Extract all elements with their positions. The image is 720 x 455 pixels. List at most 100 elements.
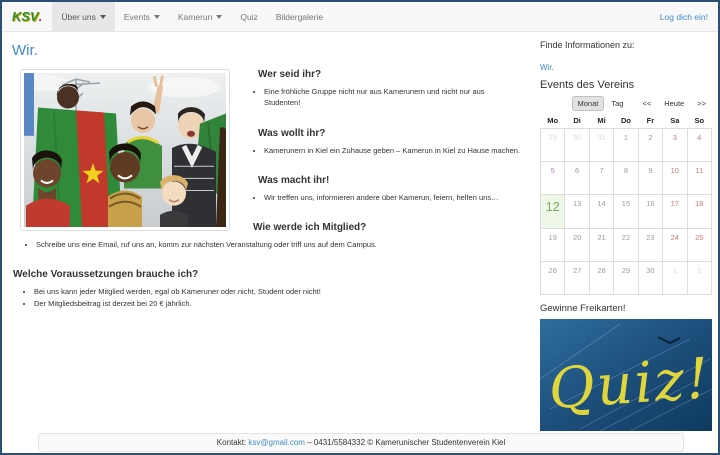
calendar-day-cell[interactable]: 30 [637, 261, 664, 295]
content-section-wer-seid-ihr: Wer seid ihr? Eine fröhliche Gruppe nicht… [258, 69, 520, 109]
brand-dot: . [38, 9, 43, 24]
calendar-day-cell[interactable]: 5 [539, 161, 566, 195]
nav-item-kamerun[interactable]: Kamerun [169, 2, 232, 31]
calendar-day-cell[interactable]: 12 [539, 194, 566, 229]
calendar-day-cell[interactable]: 29 [539, 128, 566, 162]
calendar-day-cell[interactable]: 4 [686, 128, 713, 162]
nav-item-ber-uns[interactable]: Über uns [52, 2, 115, 31]
section-bullets: Wir treffen uns, informieren andere über… [258, 192, 520, 203]
nav-item-label: Events [123, 11, 150, 22]
section-bullets: Schreibe uns eine Email, ruf uns an, kom… [10, 239, 540, 250]
events-title: Events des Vereins [540, 79, 635, 91]
nav-item-quiz[interactable]: Quiz [231, 2, 266, 31]
calendar-day-header-so: So [694, 116, 705, 125]
calendar-day-cell[interactable]: 11 [686, 161, 713, 195]
caret-down-icon [216, 14, 223, 19]
calendar-day-cell[interactable]: 23 [637, 228, 664, 262]
calendar-day-cell[interactable]: 28 [588, 261, 615, 295]
nav-item-label: Quiz [240, 11, 258, 22]
quiz-text: Quiz! [547, 346, 712, 422]
calendar-day-cell[interactable]: 18 [686, 194, 713, 229]
sidebar: Finde Informationen zu: Wir. Events des … [539, 32, 713, 431]
navbar: KSV. Über uns Events Kamerun Quiz Bildergale… [2, 2, 718, 32]
section-bullets: Kamerunern in Kiel ein Zuhause geben – K… [258, 145, 520, 156]
bullet-item: Schreibe uns eine Email, ruf uns an, kom… [36, 239, 540, 250]
content-row: Wir. Wer seid ihr? • Eine fröhliche Grup… [2, 32, 718, 431]
calendar-today-button[interactable]: Heute [658, 96, 690, 111]
calendar: Mo Di Mi Do Fr Sa So 29 30 31 1 2 3 4 5 6 7 8 9 10 11 12 13 14… [539, 116, 713, 295]
calendar-week-row: 26 27 28 29 30 1 2 [539, 261, 713, 295]
calendar-toolbar: Monat Tag << Heute >> [540, 96, 712, 111]
calendar-day-cell[interactable]: 19 [539, 228, 566, 262]
footer-email-link[interactable]: ksv@gmail.com [248, 438, 305, 447]
calendar-day-cell[interactable]: 1 [613, 128, 639, 162]
calendar-day-header-di: Di [573, 116, 581, 125]
calendar-day-cell[interactable]: 22 [613, 228, 639, 262]
calendar-day-cell[interactable]: 25 [686, 228, 713, 262]
page-title: Wir. [12, 42, 38, 59]
calendar-week-row: 19 20 21 22 23 24 25 [539, 228, 713, 262]
quiz-banner-image: Quiz! [540, 319, 712, 431]
calendar-day-cell[interactable]: 17 [662, 194, 688, 229]
caret-down-icon [99, 14, 106, 19]
calendar-day-cell[interactable]: 2 [686, 261, 713, 295]
nav-item-events[interactable]: Events [115, 2, 169, 31]
calendar-day-cell[interactable]: 1 [662, 261, 688, 295]
calendar-day-cell[interactable]: 31 [588, 128, 615, 162]
brand-text: KSV [12, 9, 39, 24]
footer: Kontakt: ksv@gmail.com – 0431/5584332 © … [38, 433, 684, 452]
calendar-next-button[interactable]: >> [691, 96, 712, 111]
calendar-day-cell[interactable]: 30 [564, 128, 590, 162]
calendar-day-cell[interactable]: 3 [662, 128, 688, 162]
nav-item-label: Über uns [61, 11, 96, 22]
calendar-day-cell[interactable]: 24 [662, 228, 688, 262]
content-section-was-wollt-ihr: Was wollt ihr? Kamerunern in Kiel ein Zuh… [258, 128, 520, 156]
calendar-day-cell[interactable]: 2 [637, 128, 664, 162]
content-section-was-macht-ihr: Was macht ihr! Wir treffen uns, informier… [258, 175, 520, 203]
nav-item-label: Kamerun [177, 11, 213, 22]
calendar-day-cell[interactable]: 10 [662, 161, 688, 195]
group-photo [20, 69, 230, 231]
calendar-day-cell[interactable]: 27 [564, 261, 590, 295]
calendar-day-cell[interactable]: 16 [637, 194, 664, 229]
group-photo-illustration [24, 73, 226, 227]
login-link[interactable]: Log dich ein! [650, 2, 718, 31]
calendar-day-cell[interactable]: 20 [564, 228, 590, 262]
calendar-prev-button[interactable]: << [636, 96, 657, 111]
find-info-title: Finde Informationen zu: [540, 40, 635, 50]
calendar-day-cell[interactable]: 29 [613, 261, 639, 295]
calendar-day-cell[interactable]: 26 [539, 261, 566, 295]
calendar-week-row: 5 6 7 8 9 10 11 [539, 161, 713, 195]
calendar-day-header-fr: Fr [646, 116, 655, 125]
bullet-item: Eine fröhliche Gruppe nicht nur aus Kame… [264, 86, 520, 109]
calendar-day-cell[interactable]: 21 [588, 228, 615, 262]
calendar-week-row: 29 30 31 1 2 3 4 [539, 128, 713, 162]
bullet-item: Wir treffen uns, informieren andere über… [264, 192, 520, 203]
calendar-day-cell[interactable]: 8 [613, 161, 639, 195]
nav-item-label: Bildergalerie [275, 11, 324, 22]
calendar-day-cell[interactable]: 14 [588, 194, 615, 229]
calendar-view-tag-button[interactable]: Tag [605, 96, 629, 111]
bullet-item: Bei uns kann jeder Mitglied werden, egal… [34, 286, 540, 297]
content-section-welche-voraussetzungen-brauche-ich: Welche Voraussetzungen brauche ich? Bei u… [10, 269, 540, 309]
calendar-day-cell[interactable]: 15 [613, 194, 639, 229]
quiz-title: Gewinne Freikarten! [540, 303, 626, 314]
footer-info-text: – 0431/5584332 © Kamerunischer Studenten… [307, 438, 506, 447]
brand-logo[interactable]: KSV. [2, 2, 52, 31]
calendar-day-header-sa: Sa [670, 116, 680, 125]
calendar-day-cell[interactable]: 7 [588, 161, 615, 195]
section-bullets: Eine fröhliche Gruppe nicht nur aus Kame… [258, 86, 520, 109]
find-info-link-wir[interactable]: Wir. [540, 63, 554, 72]
calendar-grid: 29 30 31 1 2 3 4 5 6 7 8 9 10 11 12 13 14 15 16 17 18 19 20 21 2… [539, 128, 713, 295]
calendar-day-cell[interactable]: 9 [637, 161, 664, 195]
calendar-day-header-mi: Mi [597, 116, 606, 125]
section-heading: Was macht ihr! [258, 174, 330, 186]
nav-item-bildergalerie[interactable]: Bildergalerie [267, 2, 332, 31]
calendar-day-cell[interactable]: 6 [564, 161, 590, 195]
calendar-view-monat-button[interactable]: Monat [571, 96, 605, 111]
quiz-banner[interactable]: Quiz! [540, 319, 712, 431]
section-heading: Wie werde ich Mitglied? [253, 222, 367, 233]
calendar-day-cell[interactable]: 13 [564, 194, 590, 229]
sections-below-photo: Wie werde ich Mitglied? Schreibe uns eine… [10, 222, 540, 309]
bullet-item: Der Mitgliedsbeitrag ist derzeit bei 20 … [34, 298, 540, 309]
